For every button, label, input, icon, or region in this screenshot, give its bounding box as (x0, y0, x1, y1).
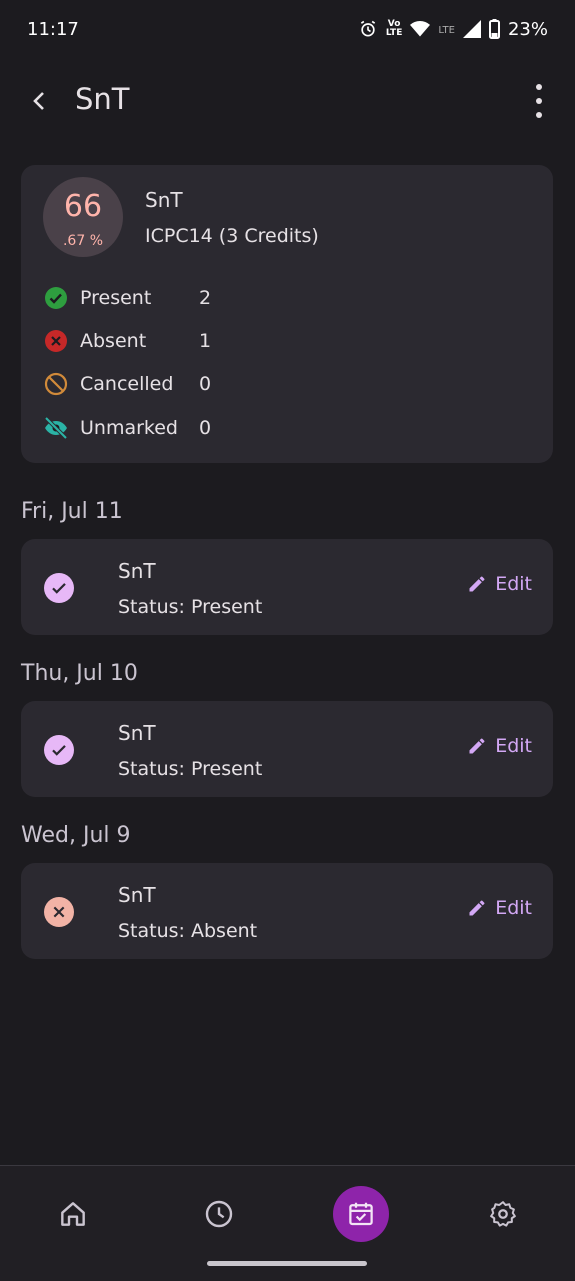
status-time: 11:17 (27, 18, 79, 40)
stat-unmarked: Unmarked 0 (43, 413, 211, 443)
percent-decimal: .67 % (62, 233, 104, 249)
entry-title: SnT (118, 883, 156, 907)
attendance-entry[interactable]: SnT Status: Present Edit (21, 539, 553, 635)
more-dot (536, 112, 542, 118)
battery-percent: 23% (507, 18, 548, 40)
stat-label: Present (80, 287, 152, 309)
check-circle-icon (43, 285, 69, 311)
gesture-home-indicator[interactable] (207, 1261, 367, 1266)
entry-status: Status: Absent (118, 920, 258, 942)
edit-label: Edit (495, 735, 532, 757)
lte-label: LTE (438, 24, 455, 36)
entry-title: SnT (118, 721, 156, 745)
check-circle-icon (44, 573, 74, 603)
cancel-circle-icon (44, 897, 74, 927)
stat-value: 0 (199, 417, 212, 439)
stat-label: Absent (80, 330, 147, 352)
signal-icon (462, 20, 481, 38)
more-options-button[interactable] (529, 84, 549, 118)
page-title: SnT (75, 82, 130, 116)
edit-pencil-icon (469, 900, 485, 916)
subject-name: SnT (145, 188, 183, 212)
back-button[interactable] (24, 86, 54, 116)
attendance-entry[interactable]: SnT Status: Present Edit (21, 701, 553, 797)
check-circle-icon (44, 735, 74, 765)
status-bar: 11:17 Vo LTE LTE 23% (0, 0, 575, 58)
stat-label: Cancelled (80, 373, 174, 395)
bottom-navigation (0, 1165, 575, 1281)
entry-status: Status: Present (118, 596, 263, 618)
stat-value: 1 (199, 330, 212, 352)
top-app-bar: SnT (0, 70, 575, 132)
nav-home[interactable] (45, 1186, 101, 1242)
wifi-icon (410, 21, 431, 37)
back-arrow-icon (33, 92, 44, 110)
entry-title: SnT (118, 559, 156, 583)
edit-pencil-icon (469, 738, 485, 754)
stat-label: Unmarked (80, 417, 178, 439)
calendar-check-icon (349, 1202, 373, 1226)
edit-button[interactable]: Edit (467, 735, 532, 757)
attendance-percent-badge: 66 .67 % (43, 177, 123, 257)
nav-history[interactable] (191, 1186, 247, 1242)
volte-bottom: LTE (385, 28, 403, 38)
edit-label: Edit (495, 897, 532, 919)
edit-button[interactable]: Edit (467, 897, 532, 919)
block-icon (43, 371, 69, 397)
date-heading: Fri, Jul 11 (21, 499, 123, 524)
more-dot (536, 84, 542, 90)
status-icons: Vo LTE LTE 23% (358, 19, 548, 40)
battery-icon (488, 19, 500, 39)
cancel-circle-icon (43, 328, 69, 354)
stat-present: Present 2 (43, 283, 211, 313)
stat-value: 0 (199, 373, 212, 395)
date-heading: Thu, Jul 10 (21, 661, 138, 686)
date-heading: Wed, Jul 9 (21, 823, 131, 848)
stat-value: 2 (199, 287, 212, 309)
history-icon (205, 1200, 233, 1228)
edit-pencil-icon (469, 576, 485, 592)
attendance-entry[interactable]: SnT Status: Absent Edit (21, 863, 553, 959)
edit-button[interactable]: Edit (467, 573, 532, 595)
visibility-off-icon (43, 415, 69, 441)
alarm-icon (360, 20, 375, 37)
subject-code: ICPC14 (3 Credits) (145, 225, 319, 247)
stat-cancelled: Cancelled 0 (43, 369, 211, 399)
percent-integer: 66 (63, 189, 103, 224)
nav-settings[interactable] (475, 1186, 531, 1242)
more-dot (536, 98, 542, 104)
edit-label: Edit (495, 573, 532, 595)
volte-icon: Vo LTE (386, 20, 403, 38)
entry-status: Status: Present (118, 758, 263, 780)
settings-icon (490, 1201, 516, 1227)
attendance-summary-card: 66 .67 % SnT ICPC14 (3 Credits) Present … (21, 165, 553, 463)
stat-absent: Absent 1 (43, 326, 211, 356)
home-icon (61, 1202, 85, 1226)
nav-calendar[interactable] (333, 1186, 389, 1242)
